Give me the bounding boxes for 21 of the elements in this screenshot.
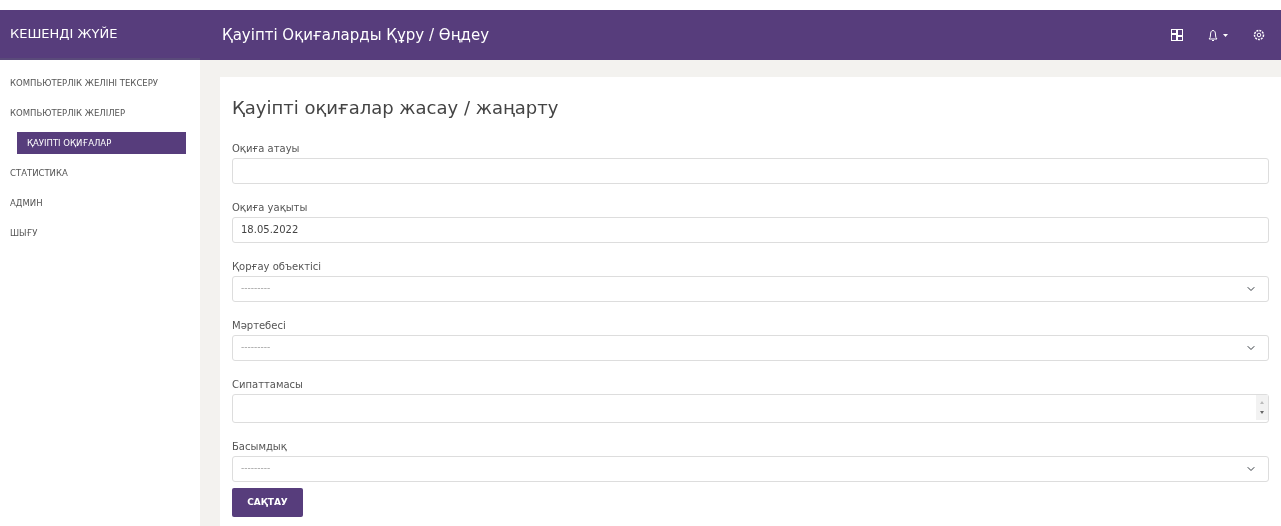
page-title: Қауіпті Оқиғаларды Құру / Өңдеу bbox=[222, 25, 490, 44]
sidebar-item[interactable]: ШЫҒУ bbox=[0, 218, 200, 248]
sidebar-item[interactable]: СТАТИСТИКА bbox=[0, 158, 200, 188]
sidebar-item[interactable]: КОМПЬЮТЕРЛІК ЖЕЛІЛЕР bbox=[0, 98, 200, 128]
field-label: Мәртебесі bbox=[232, 318, 287, 333]
field-label: Сипаттамасы bbox=[232, 377, 304, 392]
field-label: Басымдық bbox=[232, 439, 288, 454]
sidebar-item[interactable]: КОМПЬЮТЕРЛІК ЖЕЛІНІ ТЕКСЕРУ bbox=[0, 68, 200, 98]
field-label: Қорғау объектісі bbox=[232, 259, 323, 274]
settings-icon[interactable] bbox=[1253, 29, 1265, 41]
field-label: Оқиға атауы bbox=[232, 141, 301, 156]
grid-icon[interactable] bbox=[1171, 29, 1183, 41]
input-field[interactable]: 18.05.2022 bbox=[232, 216, 1269, 243]
form-title: Қауіпті оқиғалар жасау / жаңарту bbox=[232, 97, 560, 119]
sidebar-item[interactable]: АДМИН bbox=[0, 188, 200, 218]
input-field[interactable] bbox=[232, 157, 1269, 184]
bell-icon[interactable] bbox=[1207, 28, 1229, 42]
sidebar-item[interactable]: ҚАУІПТІ ОҚИҒАЛАР bbox=[17, 132, 186, 154]
save-button[interactable]: САҚТАУ bbox=[232, 487, 303, 517]
field-label: Оқиға уақыты bbox=[232, 200, 309, 215]
brand-title: КЕШЕНДІ ЖҮЙЕ bbox=[10, 25, 118, 44]
